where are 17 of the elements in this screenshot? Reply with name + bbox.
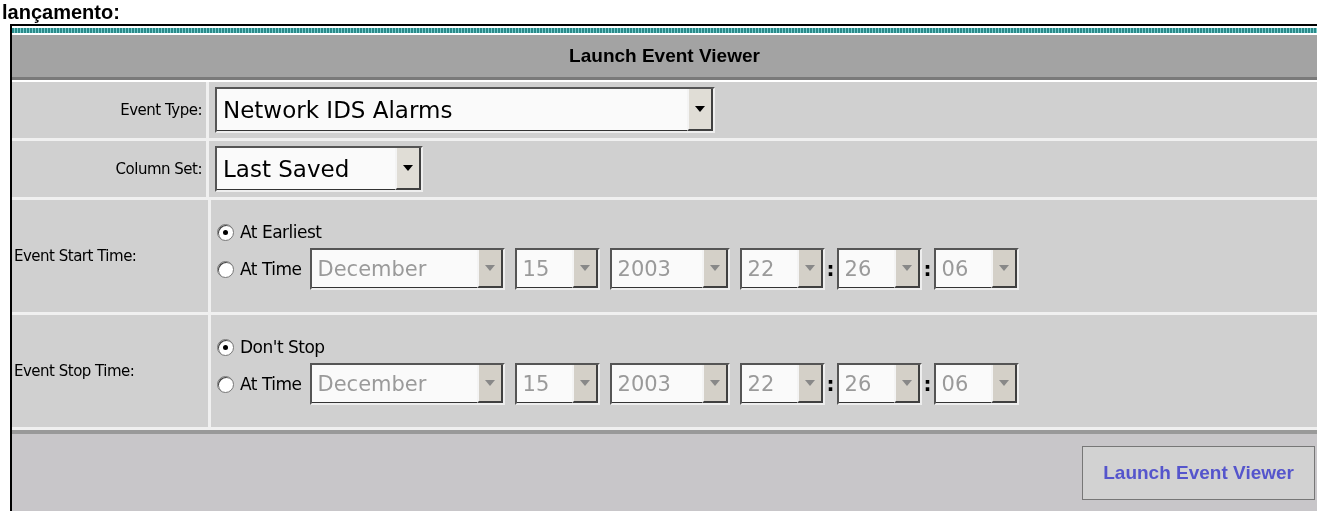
field-label: Event Type: (120, 101, 202, 119)
heading: lançamento: (1, 0, 121, 24)
field-label: Event Stop Time: (14, 362, 135, 380)
dropdown-field[interactable]: Last Saved (215, 146, 423, 192)
time-separator: : (923, 372, 932, 396)
panel-title: Launch Event Viewer (12, 35, 1317, 80)
field-label: Column Set: (115, 160, 202, 178)
radio-option[interactable]: At Earliest (217, 222, 322, 242)
radio-option[interactable]: Don't Stop (217, 337, 325, 357)
time-separator: : (826, 257, 835, 281)
time-separator: : (826, 372, 835, 396)
time-separator: : (923, 257, 932, 281)
dropdown-field[interactable]: Network IDS Alarms (215, 87, 715, 133)
launch-button[interactable]: Launch Event Viewer (1082, 445, 1315, 500)
radio-option[interactable]: At Time (217, 374, 302, 394)
field-label: Event Start Time: (14, 247, 137, 265)
radio-option[interactable]: At Time (217, 259, 302, 279)
